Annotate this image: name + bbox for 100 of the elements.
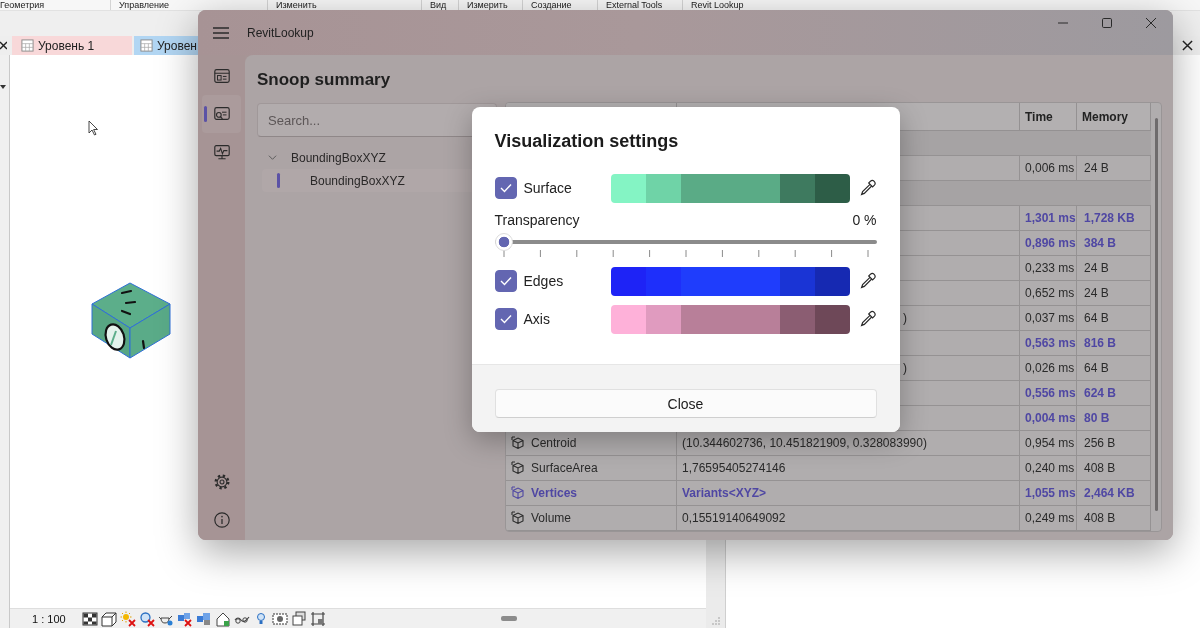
resize-grip-icon[interactable] bbox=[711, 617, 720, 625]
ribbon-tab[interactable]: Изменить bbox=[276, 0, 317, 10]
table-cell: ) bbox=[903, 311, 907, 325]
close-icon bbox=[1146, 18, 1156, 28]
color-swatch[interactable] bbox=[610, 266, 646, 296]
dashboard-icon bbox=[212, 67, 231, 85]
table-cell: 0,652 ms bbox=[1025, 286, 1075, 300]
color-swatch[interactable] bbox=[814, 304, 850, 334]
table-cell: 1,055 ms bbox=[1025, 486, 1076, 500]
camera-icon[interactable] bbox=[272, 610, 288, 627]
slider-thumb[interactable] bbox=[494, 233, 513, 251]
table-cell: Variants<XYZ> bbox=[682, 486, 767, 500]
menu-icon[interactable] bbox=[213, 27, 229, 39]
property-name: Centroid bbox=[531, 436, 577, 450]
floor-plan-icon bbox=[21, 39, 34, 52]
table-cell: 0,037 ms bbox=[1025, 311, 1075, 325]
property-name: SurfaceArea bbox=[531, 461, 598, 475]
table-cell: 0,004 ms bbox=[1025, 411, 1076, 425]
nav-item[interactable] bbox=[202, 95, 241, 133]
caret-icon[interactable] bbox=[0, 85, 6, 89]
color-swatch[interactable] bbox=[645, 266, 681, 296]
monitor-pulse-icon bbox=[212, 143, 231, 161]
table-cell: 1,76595405274146 bbox=[682, 461, 786, 475]
tick-mark bbox=[539, 250, 541, 258]
maximize-icon bbox=[1102, 18, 1112, 28]
ribbon-tab[interactable]: Создание bbox=[531, 0, 572, 10]
scrollbar-thumb[interactable] bbox=[501, 616, 517, 621]
floor-plan-icon bbox=[140, 39, 153, 52]
box-icon[interactable] bbox=[101, 610, 117, 627]
table-cell: 256 B bbox=[1084, 436, 1116, 450]
ribbon-tab[interactable]: External Tools bbox=[606, 0, 663, 10]
table-cell: 0,563 ms bbox=[1025, 336, 1076, 350]
column-header[interactable]: Time bbox=[1025, 109, 1053, 124]
color-swatch[interactable] bbox=[814, 173, 850, 203]
color-swatch[interactable] bbox=[645, 304, 681, 334]
document-search-icon bbox=[212, 105, 231, 123]
table-cell: 0,249 ms bbox=[1025, 511, 1075, 525]
color-swatch[interactable] bbox=[779, 266, 815, 296]
blocks-icon[interactable] bbox=[196, 610, 212, 627]
ribbon-tab[interactable]: Измерить bbox=[467, 0, 508, 10]
checkbox[interactable] bbox=[494, 270, 517, 292]
sun-off-icon[interactable] bbox=[120, 610, 136, 627]
color-swatch[interactable] bbox=[680, 173, 780, 203]
tree-item[interactable]: BoundingBoxXYZ bbox=[257, 146, 497, 169]
transparency-slider[interactable] bbox=[494, 233, 877, 251]
property-name: Volume bbox=[531, 511, 572, 525]
color-swatch[interactable] bbox=[645, 173, 681, 203]
dialog-title: Visualization settings bbox=[494, 130, 679, 153]
table-cell: 0,556 ms bbox=[1025, 386, 1076, 400]
view-tab[interactable]: Уровень 1 bbox=[12, 36, 132, 55]
color-swatch[interactable] bbox=[610, 173, 646, 203]
ribbon-tab[interactable]: Вид bbox=[430, 0, 447, 10]
tick-mark bbox=[648, 250, 650, 258]
color-swatch[interactable] bbox=[779, 173, 815, 203]
eyedropper-icon[interactable] bbox=[858, 179, 877, 197]
shadow-off-icon[interactable] bbox=[139, 610, 155, 627]
table-cell: 0,954 ms bbox=[1025, 436, 1075, 450]
tick-mark bbox=[794, 250, 796, 258]
close-icon[interactable] bbox=[0, 41, 7, 50]
cube-icon bbox=[511, 511, 525, 525]
ribbon-tab[interactable]: Revit Lookup bbox=[691, 0, 744, 10]
close-button[interactable]: Close bbox=[494, 389, 877, 418]
table-cell: 408 B bbox=[1084, 511, 1116, 525]
table-cell: 0,240 ms bbox=[1025, 461, 1075, 475]
info-icon bbox=[212, 511, 231, 529]
table-cell: 408 B bbox=[1084, 461, 1116, 475]
checkbox[interactable] bbox=[494, 177, 517, 199]
tick-mark bbox=[575, 250, 577, 258]
window-title: RevitLookup bbox=[247, 25, 314, 40]
table-cell: 0,026 ms bbox=[1025, 361, 1075, 375]
eyedropper-icon[interactable] bbox=[858, 272, 877, 290]
color-swatch[interactable] bbox=[814, 266, 850, 296]
close-icon[interactable] bbox=[1182, 40, 1193, 51]
ribbon-tab[interactable]: Геометрия bbox=[0, 0, 45, 10]
table-cell: 80 B bbox=[1084, 411, 1110, 425]
checker-icon[interactable] bbox=[82, 610, 98, 627]
setting-label: Edges bbox=[523, 273, 564, 289]
color-swatch[interactable] bbox=[610, 304, 646, 334]
checkbox[interactable] bbox=[494, 308, 517, 330]
color-swatch[interactable] bbox=[680, 304, 780, 334]
table-cell: 384 B bbox=[1084, 236, 1117, 250]
stack-icon[interactable] bbox=[291, 610, 307, 627]
table-cell: 64 B bbox=[1084, 361, 1109, 375]
blocks-off-icon[interactable] bbox=[177, 610, 193, 627]
column-header[interactable]: Memory bbox=[1082, 109, 1128, 124]
ribbon-tab[interactable]: Управление bbox=[119, 0, 170, 10]
tick-mark bbox=[830, 250, 832, 258]
table-cell: 64 B bbox=[1084, 311, 1109, 325]
house-icon[interactable] bbox=[215, 610, 231, 627]
color-swatch[interactable] bbox=[680, 266, 780, 296]
scale-label[interactable]: 1 : 100 bbox=[32, 612, 82, 625]
color-swatch[interactable] bbox=[779, 304, 815, 334]
crop-icon[interactable] bbox=[310, 610, 326, 627]
table-cell: 2,464 KB bbox=[1084, 486, 1135, 500]
table-cell: ) bbox=[903, 361, 907, 375]
table-cell: 624 B bbox=[1084, 386, 1117, 400]
eyedropper-icon[interactable] bbox=[858, 310, 877, 328]
scrollbar-thumb[interactable] bbox=[1154, 118, 1158, 511]
page-title: Snoop summary bbox=[257, 69, 391, 91]
check-icon bbox=[499, 183, 512, 193]
